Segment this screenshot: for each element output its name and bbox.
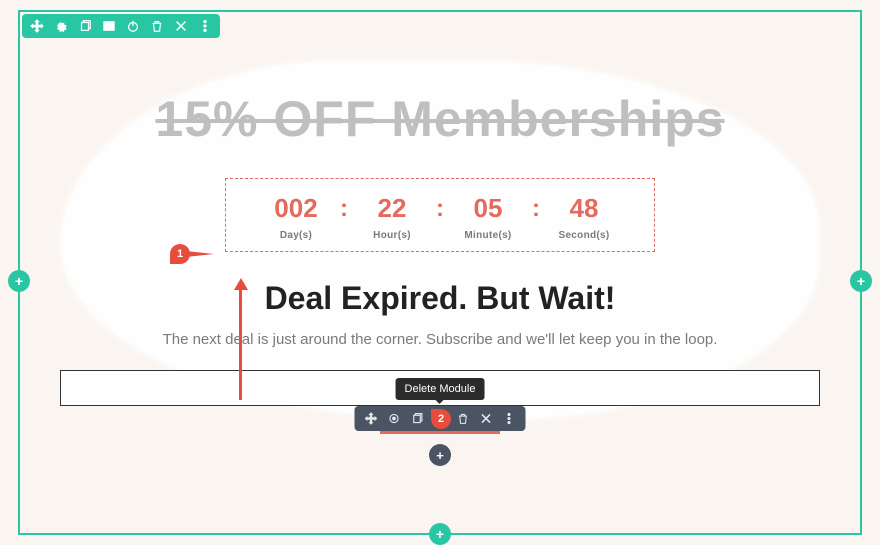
power-icon[interactable] — [126, 19, 140, 33]
countdown-hours: 22 Hour(s) — [356, 193, 428, 241]
annotation-callout-1: 1 — [170, 244, 190, 264]
trash-icon[interactable] — [457, 412, 470, 425]
sub-text: The next deal is just around the corner.… — [60, 331, 820, 348]
columns-icon[interactable] — [102, 19, 116, 33]
annotation-callout-2: 2 — [431, 409, 451, 429]
add-section-left[interactable]: + — [8, 270, 30, 292]
more-icon[interactable] — [198, 19, 212, 33]
duplicate-icon[interactable] — [78, 19, 92, 33]
countdown-days-value: 002 — [274, 193, 317, 224]
add-module-button[interactable]: + — [429, 444, 451, 466]
countdown-days-label: Day(s) — [280, 230, 312, 241]
section-toolbar — [22, 14, 220, 38]
countdown-days: 002 Day(s) — [260, 193, 332, 241]
move-icon[interactable] — [365, 412, 378, 425]
close-icon[interactable] — [174, 19, 188, 33]
countdown-seconds-label: Second(s) — [558, 230, 609, 241]
countdown-seconds-value: 48 — [570, 193, 599, 224]
trash-icon[interactable] — [150, 19, 164, 33]
move-icon[interactable] — [30, 19, 44, 33]
add-section-right[interactable]: + — [850, 270, 872, 292]
annotation-callout-1-tail — [186, 251, 214, 257]
annotation-arrow — [234, 278, 248, 400]
add-section-bottom[interactable]: + — [429, 523, 451, 545]
countdown-minutes-value: 05 — [474, 193, 503, 224]
more-icon[interactable] — [503, 412, 516, 425]
tooltip-delete-module: Delete Module — [396, 378, 485, 400]
close-icon[interactable] — [480, 412, 493, 425]
countdown-separator: : — [532, 193, 540, 223]
duplicate-icon[interactable] — [411, 412, 424, 425]
countdown-module[interactable]: 002 Day(s) : 22 Hour(s) : 05 Minute(s) :… — [225, 178, 655, 252]
countdown-separator: : — [436, 193, 444, 223]
annotation-callout-1-wrap: 1 — [170, 244, 214, 264]
countdown-hours-label: Hour(s) — [373, 230, 411, 241]
countdown-separator: : — [340, 193, 348, 223]
countdown-minutes-label: Minute(s) — [464, 230, 511, 241]
gear-icon[interactable] — [54, 19, 68, 33]
countdown-hours-value: 22 — [378, 193, 407, 224]
strike-headline: 15% OFF Memberships — [60, 90, 820, 148]
gear-icon[interactable] — [388, 412, 401, 425]
expired-title: Deal Expired. But Wait! — [60, 280, 820, 317]
countdown-seconds: 48 Second(s) — [548, 193, 620, 241]
countdown-minutes: 05 Minute(s) — [452, 193, 524, 241]
